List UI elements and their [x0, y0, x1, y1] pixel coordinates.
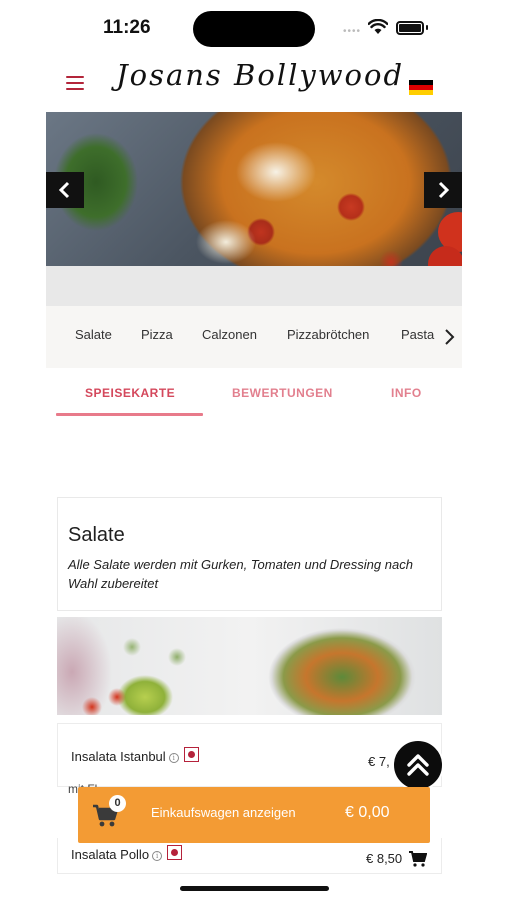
double-chevron-up-icon	[407, 754, 429, 776]
product-name: Insalata Pollo	[71, 847, 150, 862]
category-calzonen[interactable]: Calzonen	[202, 327, 257, 342]
category-pizzabroetchen[interactable]: Pizzabrötchen	[287, 327, 369, 342]
hero-spacer	[46, 266, 462, 306]
section-title: Salate	[68, 524, 125, 546]
app-header: Josans Bollywood	[46, 56, 462, 111]
chevron-right-icon	[445, 329, 455, 345]
status-bar: 11:26 ••••	[0, 0, 507, 56]
product-name-line: Insalata Pollo i	[71, 845, 183, 862]
hamburger-menu-icon[interactable]	[66, 76, 84, 90]
dynamic-island	[193, 11, 315, 47]
battery-tip	[426, 25, 428, 30]
product-price: € 8,50	[366, 851, 403, 866]
product-name: Insalata Istanbul	[71, 749, 166, 764]
category-next-button[interactable]	[436, 322, 462, 352]
cart-count-badge: 0	[109, 795, 126, 812]
chevron-right-icon	[438, 181, 450, 199]
cart-total: € 0,00	[345, 804, 390, 821]
product-row[interactable]: Insalata Istanbuli € 7, mit Fl...	[57, 723, 442, 796]
hero-prev-button[interactable]	[46, 172, 84, 208]
section-description: Alle Salate werden mit Gurken, Tomaten u…	[68, 557, 413, 591]
chevron-left-icon	[58, 181, 70, 199]
home-indicator[interactable]	[180, 886, 329, 891]
product-name-line: Insalata Istanbul i	[71, 747, 199, 764]
section-image	[57, 617, 442, 715]
section-header-card: Salate Alle Salate werden mit Gurken, To…	[57, 497, 442, 611]
wifi-icon	[368, 19, 388, 34]
cart-label: Einkaufswagen anzeigen	[151, 805, 296, 820]
product-price: € 7,	[368, 754, 390, 769]
status-time: 11:26	[103, 17, 151, 38]
add-to-cart-icon[interactable]	[409, 851, 427, 867]
hero-next-button[interactable]	[424, 172, 462, 208]
signal-icon: ••••	[343, 26, 362, 37]
tab-info[interactable]: INFO	[391, 386, 422, 400]
category-pasta[interactable]: Pasta	[401, 327, 434, 342]
category-pizza[interactable]: Pizza	[141, 327, 173, 342]
battery-icon	[396, 21, 424, 35]
active-tab-indicator	[56, 413, 203, 416]
scroll-top-button[interactable]	[392, 739, 444, 791]
tab-bewertungen[interactable]: BEWERTUNGEN	[232, 386, 333, 400]
tab-bar: SPEISEKARTE BEWERTUNGEN INFO	[46, 370, 462, 418]
info-icon[interactable]: i	[152, 850, 163, 861]
hero-banner	[46, 112, 462, 266]
info-icon[interactable]: i	[168, 752, 179, 763]
hero-decoration	[428, 246, 462, 266]
view-cart-button[interactable]: 0 Einkaufswagen anzeigen € 0,00	[78, 787, 430, 843]
allergen-badge-icon	[183, 747, 199, 762]
german-flag-icon[interactable]	[409, 80, 433, 95]
category-salate[interactable]: Salate	[75, 327, 112, 342]
category-nav: Salate Pizza Calzonen Pizzabrötchen Past…	[46, 306, 462, 368]
allergen-badge-icon	[167, 845, 183, 860]
product-row[interactable]: Insalata Pollo i € 8,50	[57, 838, 442, 874]
tab-speisekarte[interactable]: SPEISEKARTE	[85, 386, 175, 400]
brand-logo: Josans Bollywood	[116, 58, 405, 92]
